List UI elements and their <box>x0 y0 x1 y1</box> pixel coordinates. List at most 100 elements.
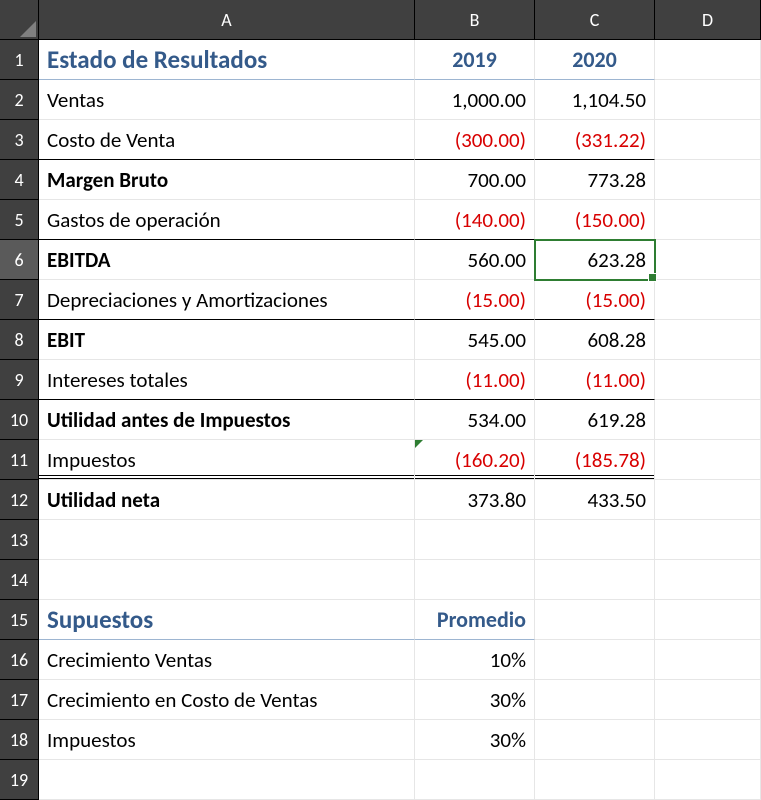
row-header-7[interactable]: 7 <box>0 280 39 320</box>
line-ventas-label[interactable]: Ventas <box>39 80 415 120</box>
year-header-1[interactable]: 2019 <box>415 40 535 80</box>
cell-A19[interactable] <box>39 760 415 800</box>
row-header-15[interactable]: 15 <box>0 600 39 640</box>
cell-D9[interactable] <box>655 360 761 400</box>
sup-crec-ventas-label[interactable]: Crecimiento Ventas <box>39 640 415 680</box>
row-header-17[interactable]: 17 <box>0 680 39 720</box>
cell-D8[interactable] <box>655 320 761 360</box>
cell-D14[interactable] <box>655 560 761 600</box>
section-title[interactable]: Estado de Resultados <box>39 40 415 80</box>
cell-D18[interactable] <box>655 720 761 760</box>
sup-impuestos-val[interactable]: 30% <box>415 720 535 760</box>
line-uai-label[interactable]: Utilidad antes de Impuestos <box>39 400 415 440</box>
line-ebit-y2[interactable]: 608.28 <box>535 320 655 360</box>
line-uai-y2[interactable]: 619.28 <box>535 400 655 440</box>
row-header-6[interactable]: 6 <box>0 240 39 280</box>
row-header-1[interactable]: 1 <box>0 40 39 80</box>
supuestos-colhdr[interactable]: Promedio <box>415 600 535 640</box>
cell-D19[interactable] <box>655 760 761 800</box>
cell-C16[interactable] <box>535 640 655 680</box>
row-header-8[interactable]: 8 <box>0 320 39 360</box>
line-impuestos-label[interactable]: Impuestos <box>39 440 415 480</box>
cell-C19[interactable] <box>535 760 655 800</box>
row-header-3[interactable]: 3 <box>0 120 39 160</box>
row-header-9[interactable]: 9 <box>0 360 39 400</box>
line-costo-y2[interactable]: (331.22) <box>535 120 655 160</box>
cell-D1[interactable] <box>655 40 761 80</box>
cell-C17[interactable] <box>535 680 655 720</box>
row-header-18[interactable]: 18 <box>0 720 39 760</box>
cell-C18[interactable] <box>535 720 655 760</box>
sup-crec-costo-val[interactable]: 30% <box>415 680 535 720</box>
cell-D13[interactable] <box>655 520 761 560</box>
row-header-12[interactable]: 12 <box>0 480 39 520</box>
cell-C14[interactable] <box>535 560 655 600</box>
active-cell[interactable]: 623.28 <box>535 240 655 280</box>
line-ventas-y2[interactable]: 1,104.50 <box>535 80 655 120</box>
row-header-5[interactable]: 5 <box>0 200 39 240</box>
row-header-19[interactable]: 19 <box>0 760 39 800</box>
line-intereses-y2[interactable]: (11.00) <box>535 360 655 400</box>
cell-D4[interactable] <box>655 160 761 200</box>
line-intereses-y1[interactable]: (11.00) <box>415 360 535 400</box>
line-margen-y2[interactable]: 773.28 <box>535 160 655 200</box>
line-neta-label[interactable]: Utilidad neta <box>39 480 415 520</box>
cell-C13[interactable] <box>535 520 655 560</box>
line-uai-y1[interactable]: 534.00 <box>415 400 535 440</box>
col-header-B[interactable]: B <box>415 0 535 40</box>
sup-crec-costo-label[interactable]: Crecimiento en Costo de Ventas <box>39 680 415 720</box>
cell-D16[interactable] <box>655 640 761 680</box>
cell-D15[interactable] <box>655 600 761 640</box>
line-costo-label[interactable]: Costo de Venta <box>39 120 415 160</box>
cell-C15[interactable] <box>535 600 655 640</box>
line-margen-label[interactable]: Margen Bruto <box>39 160 415 200</box>
cell-D6[interactable] <box>655 240 761 280</box>
sup-crec-ventas-val[interactable]: 10% <box>415 640 535 680</box>
col-header-D[interactable]: D <box>655 0 761 40</box>
cell-B13[interactable] <box>415 520 535 560</box>
line-gastos-y1[interactable]: (140.00) <box>415 200 535 240</box>
line-gastos-y2[interactable]: (150.00) <box>535 200 655 240</box>
row-header-13[interactable]: 13 <box>0 520 39 560</box>
line-ebit-y1[interactable]: 545.00 <box>415 320 535 360</box>
line-intereses-label[interactable]: Intereses totales <box>39 360 415 400</box>
row-header-4[interactable]: 4 <box>0 160 39 200</box>
cell-B14[interactable] <box>415 560 535 600</box>
row-header-11[interactable]: 11 <box>0 440 39 480</box>
line-dep-label[interactable]: Depreciaciones y Amortizaciones <box>39 280 415 320</box>
cell-D2[interactable] <box>655 80 761 120</box>
line-neta-y1[interactable]: 373.80 <box>415 480 535 520</box>
cell-D17[interactable] <box>655 680 761 720</box>
line-ebitda-label[interactable]: EBITDA <box>39 240 415 280</box>
row-header-2[interactable]: 2 <box>0 80 39 120</box>
row-header-14[interactable]: 14 <box>0 560 39 600</box>
cell-D5[interactable] <box>655 200 761 240</box>
line-margen-y1[interactable]: 700.00 <box>415 160 535 200</box>
line-costo-y1[interactable]: (300.00) <box>415 120 535 160</box>
line-dep-y1[interactable]: (15.00) <box>415 280 535 320</box>
cell-B19[interactable] <box>415 760 535 800</box>
line-gastos-label[interactable]: Gastos de operación <box>39 200 415 240</box>
year-header-2[interactable]: 2020 <box>535 40 655 80</box>
spreadsheet-grid[interactable]: A B C D 1 Estado de Resultados 2019 2020… <box>0 0 761 800</box>
cell-D11[interactable] <box>655 440 761 480</box>
sup-impuestos-label[interactable]: Impuestos <box>39 720 415 760</box>
line-ebitda-y1[interactable]: 560.00 <box>415 240 535 280</box>
col-header-C[interactable]: C <box>535 0 655 40</box>
line-impuestos-y1[interactable]: (160.20) <box>415 440 535 480</box>
cell-D12[interactable] <box>655 480 761 520</box>
line-ventas-y1[interactable]: 1,000.00 <box>415 80 535 120</box>
row-header-16[interactable]: 16 <box>0 640 39 680</box>
cell-D10[interactable] <box>655 400 761 440</box>
line-neta-y2[interactable]: 433.50 <box>535 480 655 520</box>
cell-A14[interactable] <box>39 560 415 600</box>
cell-D3[interactable] <box>655 120 761 160</box>
line-ebit-label[interactable]: EBIT <box>39 320 415 360</box>
line-impuestos-y2[interactable]: (185.78) <box>535 440 655 480</box>
col-header-A[interactable]: A <box>39 0 415 40</box>
supuestos-title[interactable]: Supuestos <box>39 600 415 640</box>
select-all-corner[interactable] <box>0 0 39 40</box>
cell-A13[interactable] <box>39 520 415 560</box>
cell-D7[interactable] <box>655 280 761 320</box>
line-dep-y2[interactable]: (15.00) <box>535 280 655 320</box>
